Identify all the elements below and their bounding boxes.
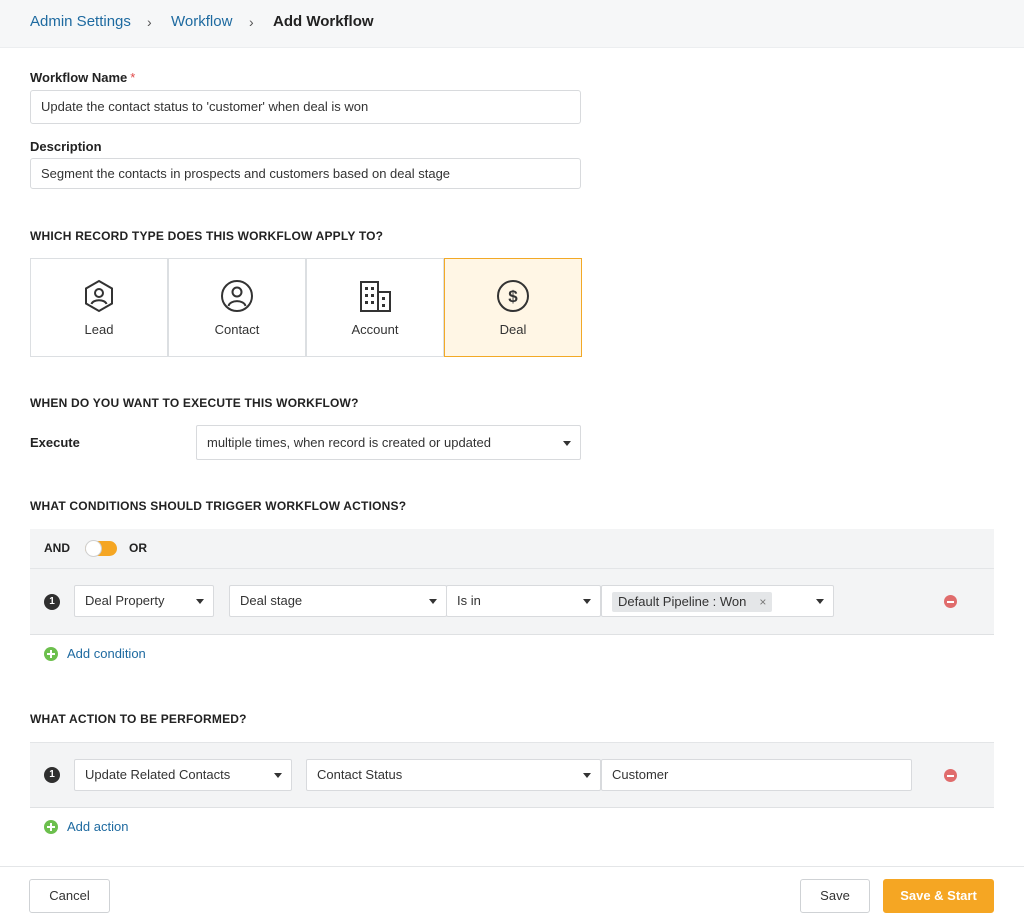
account-building-icon (360, 281, 391, 312)
caret-down-icon (583, 599, 591, 604)
condition-row: 1 Deal Property Deal stage Is in Default… (30, 568, 994, 634)
execute-select-value: multiple times, when record is created o… (207, 435, 491, 450)
record-type-title: WHICH RECORD TYPE DOES THIS WORKFLOW APP… (30, 229, 384, 243)
action-value-input[interactable]: Customer (601, 759, 912, 791)
lead-hexagon-user-icon (85, 279, 113, 313)
action-field-select[interactable]: Contact Status (306, 759, 601, 791)
value-chip-label: Default Pipeline : Won (618, 594, 747, 609)
record-type-label: Contact (214, 322, 260, 337)
action-type-value: Update Related Contacts (85, 767, 231, 782)
description-input[interactable]: Segment the contacts in prospects and cu… (30, 158, 581, 189)
breadcrumb: Admin Settings › Workflow › Add Workflow (0, 0, 1024, 48)
execute-label: Execute (30, 435, 80, 450)
condition-property-select[interactable]: Deal Property (74, 585, 214, 617)
record-type-label: Deal (499, 322, 527, 337)
save-button[interactable]: Save (800, 879, 870, 913)
caret-down-icon (816, 599, 824, 604)
svg-text:$: $ (508, 287, 518, 306)
condition-field-value: Deal stage (240, 593, 303, 608)
caret-down-icon (583, 773, 591, 778)
caret-down-icon (429, 599, 437, 604)
page-title: Add Workflow (273, 13, 374, 30)
deal-dollar-icon: $ (497, 280, 529, 312)
execute-select[interactable]: multiple times, when record is created o… (196, 425, 581, 460)
remove-condition-icon[interactable] (944, 595, 957, 608)
caret-down-icon (196, 599, 204, 604)
value-chip: Default Pipeline : Won × (612, 592, 773, 612)
chevron-right-icon: › (249, 14, 254, 30)
remove-action-icon[interactable] (944, 769, 957, 782)
caret-down-icon (274, 773, 282, 778)
add-circle-icon (44, 647, 58, 661)
actions-title: WHAT ACTION TO BE PERFORMED? (30, 712, 247, 726)
breadcrumb-workflow[interactable]: Workflow (171, 13, 232, 30)
condition-operator-value: Is in (457, 593, 481, 608)
workflow-name-label: Workflow Name * (30, 70, 135, 85)
record-type-contact[interactable]: Contact (168, 258, 306, 357)
contact-circle-user-icon (221, 280, 253, 312)
add-action-label: Add action (67, 819, 129, 834)
chevron-right-icon: › (147, 14, 152, 30)
record-type-deal[interactable]: $ Deal (444, 258, 582, 357)
breadcrumb-admin-settings[interactable]: Admin Settings (30, 13, 131, 30)
and-or-toggle[interactable] (85, 540, 117, 557)
required-mark: * (130, 70, 136, 85)
save-and-start-button[interactable]: Save & Start (883, 879, 994, 913)
workflow-name-input[interactable]: Update the contact status to 'customer' … (30, 90, 581, 124)
action-type-select[interactable]: Update Related Contacts (74, 759, 292, 791)
record-type-label: Lead (84, 322, 114, 337)
condition-operator-select[interactable]: Is in (446, 585, 601, 617)
add-condition-label: Add condition (67, 646, 146, 661)
conditions-panel: AND OR 1 Deal Property Deal stage Is in … (30, 529, 994, 635)
footer-bar: Cancel Save Save & Start (0, 866, 1024, 922)
chip-remove-icon[interactable]: × (759, 592, 766, 612)
action-row: 1 Update Related Contacts Contact Status… (30, 742, 994, 808)
condition-value-select[interactable]: Default Pipeline : Won × (601, 585, 834, 617)
record-type-lead[interactable]: Lead (30, 258, 168, 357)
add-circle-icon (44, 820, 58, 834)
cancel-button[interactable]: Cancel (29, 879, 110, 913)
and-label: AND (44, 541, 70, 555)
execute-title: WHEN DO YOU WANT TO EXECUTE THIS WORKFLO… (30, 396, 359, 410)
description-label: Description (30, 139, 102, 154)
or-label: OR (129, 541, 147, 555)
condition-field-select[interactable]: Deal stage (229, 585, 447, 617)
conditions-title: WHAT CONDITIONS SHOULD TRIGGER WORKFLOW … (30, 499, 407, 513)
condition-number: 1 (44, 594, 60, 610)
toggle-knob (85, 540, 102, 557)
workflow-name-label-text: Workflow Name (30, 70, 128, 85)
action-field-value: Contact Status (317, 767, 403, 782)
record-type-label: Account (351, 322, 399, 337)
condition-property-value: Deal Property (85, 593, 165, 608)
record-type-account[interactable]: Account (306, 258, 444, 357)
action-number: 1 (44, 767, 60, 783)
caret-down-icon (563, 441, 571, 446)
